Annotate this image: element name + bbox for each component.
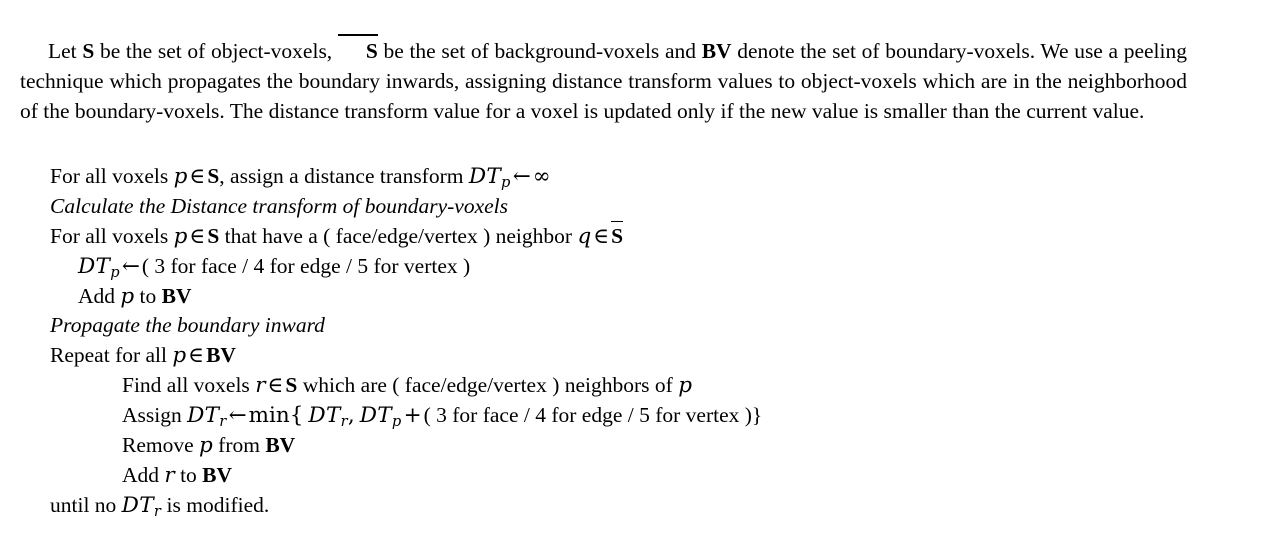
line1-text-d: , assign a distance transform: [219, 164, 469, 188]
intro-text-3: be the set of background-voxels and: [377, 38, 702, 63]
intro-paragraph: Let S be the set of object-voxels, S be …: [20, 34, 1187, 127]
line1-element-of-icon: ∈: [189, 164, 206, 189]
symbol-set-BV: BV: [701, 38, 732, 63]
line4-DT-subscript: p: [110, 263, 120, 281]
line5-text-a: Add: [78, 283, 121, 308]
line12-DT-base: DT: [121, 492, 154, 518]
line10-text-b: from: [212, 433, 266, 458]
intro-text-2: be the set of object-voxels,: [94, 38, 338, 63]
line8-text-b: which are ( face/edge/vertex ) neighbors…: [297, 373, 679, 398]
line10-set-BV: BV: [265, 433, 296, 458]
algorithm-line-5: Add p to BV: [20, 282, 1220, 312]
line9-min-open-brace: min{: [248, 403, 304, 429]
line11-text-b: to: [174, 462, 203, 487]
line1-text-a: For all voxels: [50, 164, 174, 188]
line8-var-r: r: [255, 373, 266, 399]
line7-set-BV: BV: [206, 343, 236, 368]
line9-DT2-base: DT: [308, 403, 341, 429]
line8-set-S: S: [285, 373, 298, 398]
algorithm-line-9: Assign DTr←min{DTr, DTp+( 3 for face / 4 …: [20, 401, 1220, 431]
line1-var-p: p: [173, 164, 188, 189]
line4-DT: DTp: [78, 253, 120, 281]
line7-element-of-icon: ∈: [188, 343, 205, 369]
algorithm-line-1: For all voxels p∈S, assign a distance tr…: [20, 162, 1220, 192]
algorithm-line-7: Repeat for all p∈BV: [20, 341, 1220, 371]
algorithm-line-11: Add r to BV: [20, 461, 1220, 491]
line11-var-r: r: [164, 462, 175, 488]
line9-DT-p: DTp: [359, 403, 402, 431]
line5-set-BV: BV: [161, 283, 192, 308]
line3-element-of-icon: ∈: [189, 223, 206, 249]
algorithm-line-10: Remove p from BV: [20, 431, 1220, 461]
line5-text-b: to: [134, 283, 162, 308]
line11-set-BV: BV: [202, 462, 233, 487]
line1-infinity-icon: ∞: [532, 164, 551, 189]
line10-var-p: p: [199, 433, 213, 459]
line1-assign-arrow-icon: ←: [512, 164, 531, 189]
line3-element-of-icon-2: ∈: [593, 223, 610, 249]
line9-text-a: Assign: [122, 403, 188, 428]
algorithm-line-12: until no DTr is modified.: [20, 491, 1220, 521]
line8-element-of-icon: ∈: [267, 373, 284, 399]
line3-var-q: q: [577, 223, 592, 249]
line11-text-a: Add: [122, 462, 165, 487]
line5-var-p: p: [120, 283, 135, 309]
line1-DT-subscript: p: [501, 174, 511, 192]
line1-DT-base: DT: [468, 164, 502, 189]
line8-var-p: p: [678, 373, 692, 399]
line9-DT1-subscript: r: [219, 413, 227, 431]
algorithm-line-3: For all voxels p∈S that have a ( face/ed…: [20, 220, 1220, 252]
line9-plus-icon: +: [403, 403, 422, 429]
line1-set-S: S: [207, 164, 220, 188]
algorithm-block: For all voxels p∈S, assign a distance tr…: [20, 162, 1220, 521]
line4-assign-arrow-icon: ←: [121, 253, 140, 279]
line12-text-a: until no: [50, 492, 122, 517]
algorithm-line-2-comment: Calculate the Distance transform of boun…: [50, 193, 508, 218]
line8-text-a: Find all voxels: [122, 373, 256, 398]
line9-DT-r: DTr: [308, 403, 348, 431]
line12-DT-r: DTr: [121, 492, 161, 519]
line9-assign-arrow-icon: ←: [228, 403, 247, 429]
line1-DT: DTp: [468, 164, 511, 192]
intro-text-1: Let: [48, 38, 83, 63]
line9-text-rest: ( 3 for face / 4 for edge / 5 for vertex…: [423, 403, 763, 428]
line7-text-a: Repeat for all: [50, 343, 173, 368]
line4-text-rest: ( 3 for face / 4 for edge / 5 for vertex…: [141, 253, 471, 278]
symbol-set-S: S: [82, 38, 95, 63]
algorithm-line-6-comment: Propagate the boundary inward: [50, 313, 325, 338]
line3-set-S-bar: S: [611, 220, 623, 252]
line9-DT-r-lhs: DTr: [187, 403, 227, 431]
line10-text-a: Remove: [122, 433, 200, 458]
line4-DT-base: DT: [78, 253, 111, 279]
line12-text-b: is modified.: [161, 492, 270, 517]
line3-text-a: For all voxels: [50, 223, 174, 248]
line9-DT2-subscript: r: [340, 413, 348, 431]
algorithm-line-4: DTp←( 3 for face / 4 for edge / 5 for ve…: [20, 252, 1220, 282]
line3-var-p: p: [173, 223, 188, 249]
line3-text-b: that have a ( face/edge/vertex ) neighbo…: [219, 223, 578, 248]
algorithm-line-8: Find all voxels r∈S which are ( face/edg…: [20, 371, 1220, 401]
symbol-set-S-bar: S: [337, 34, 378, 66]
line9-DT3-base: DT: [359, 403, 392, 429]
line7-var-p: p: [172, 343, 187, 369]
line9-DT1-base: DT: [187, 403, 220, 429]
line9-comma: ,: [347, 403, 355, 429]
line9-DT3-subscript: p: [391, 413, 402, 431]
document-page: Let S be the set of object-voxels, S be …: [0, 0, 1262, 535]
line3-set-S: S: [207, 223, 220, 248]
